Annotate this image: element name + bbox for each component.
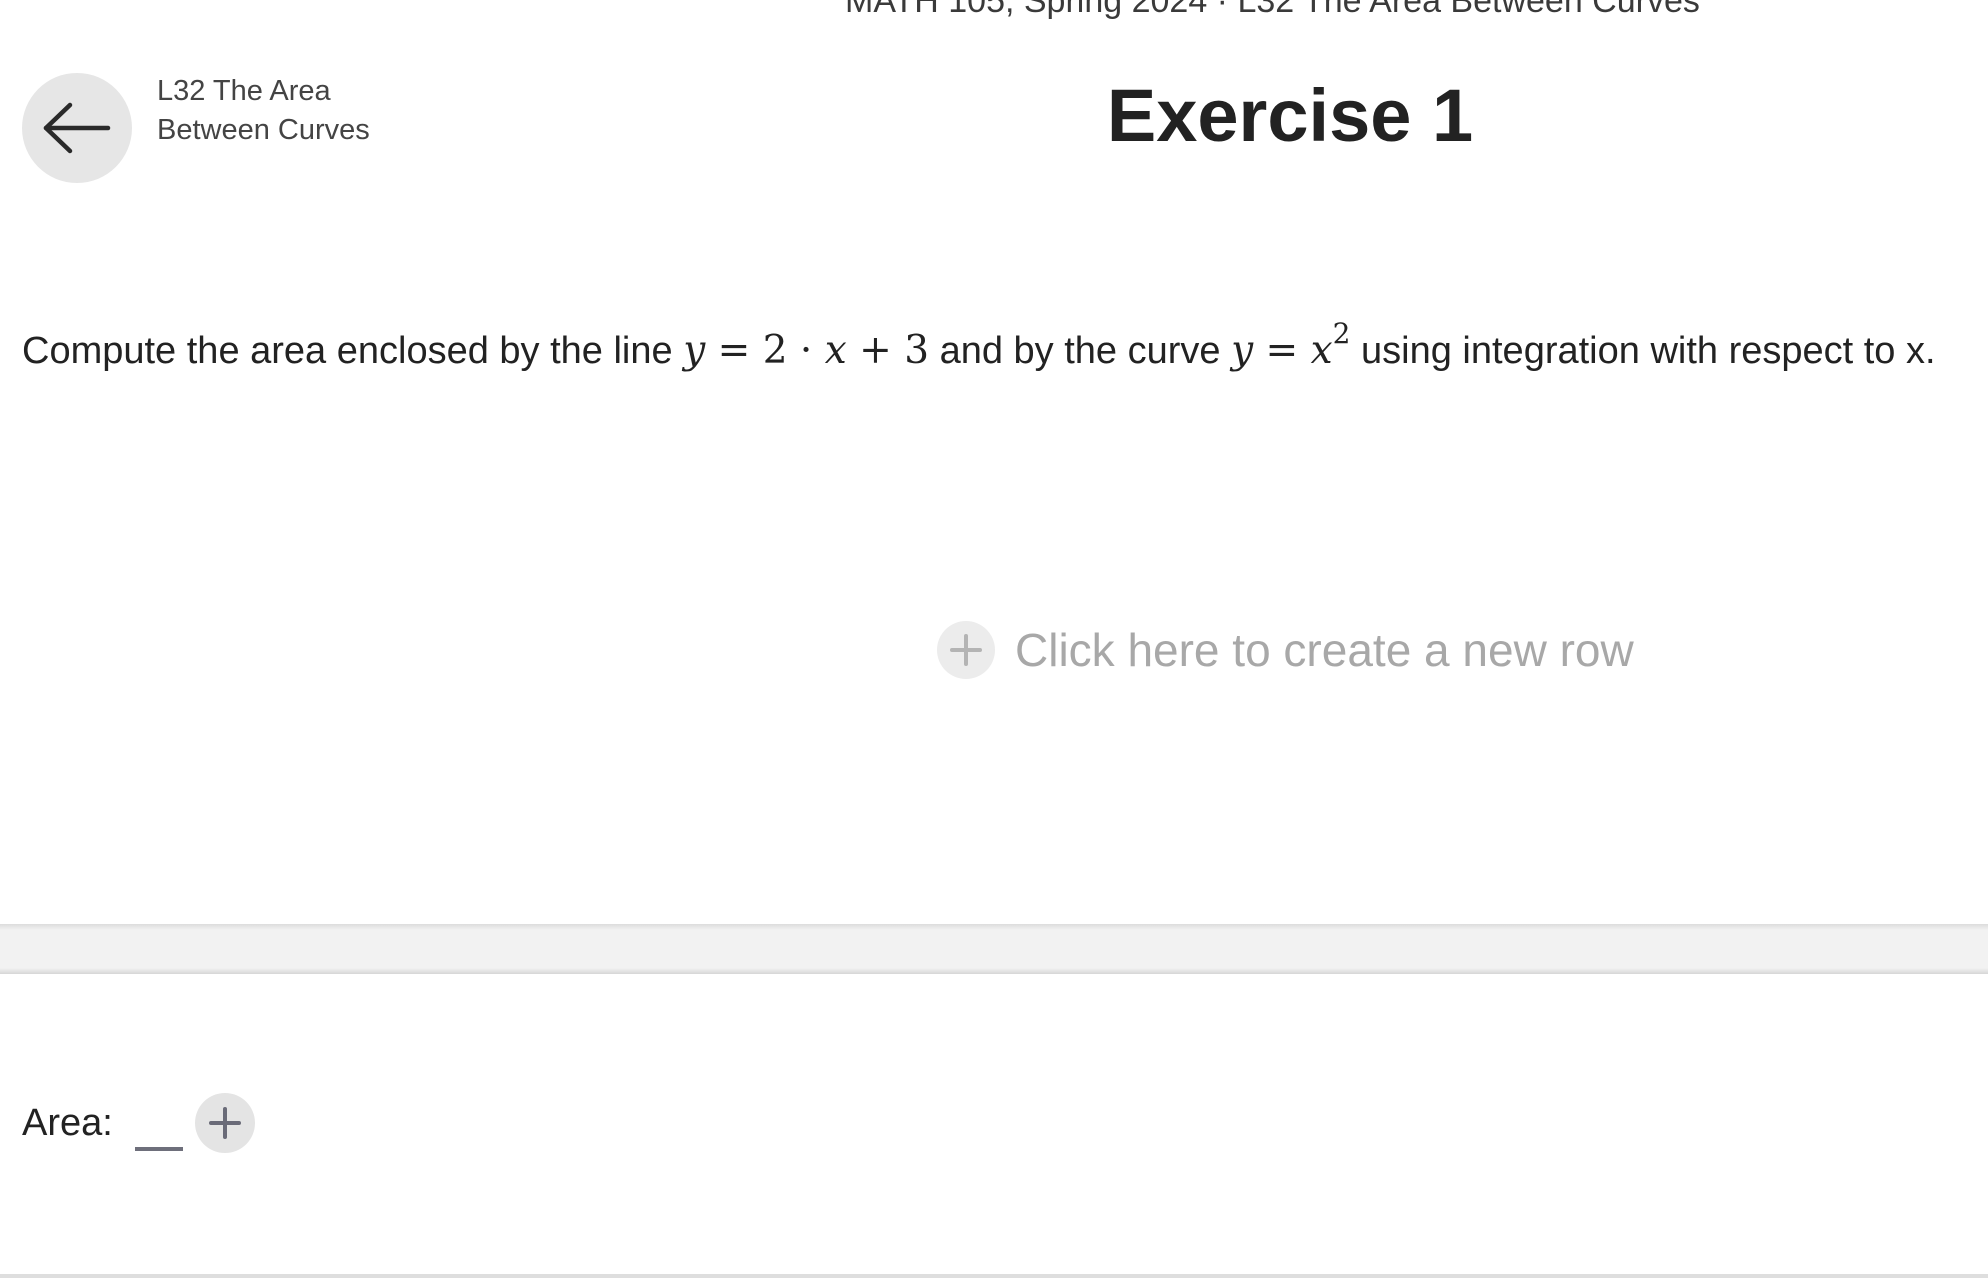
curve-equation: y = x2 (1231, 317, 1350, 373)
curve-equation-eq: = (1253, 328, 1311, 373)
plus-icon[interactable] (937, 621, 995, 679)
arrow-left-icon (43, 102, 111, 154)
section-divider (0, 924, 1988, 974)
line-equation: y = 2 · x + 3 (683, 328, 929, 373)
curve-equation-exponent: 2 (1332, 317, 1351, 350)
answer-input[interactable] (134, 1117, 183, 1151)
answer-add-button[interactable] (194, 1093, 255, 1153)
line-equation-x: x (824, 328, 847, 373)
page-title: Exercise 1 (1106, 74, 1474, 157)
problem-text-before: Compute the area enclosed by the line (22, 330, 684, 372)
create-row-button[interactable]: Click here to create a new row (937, 620, 1634, 680)
answer-label: Area: (22, 1102, 113, 1144)
curve-equation-x: x (1310, 328, 1333, 373)
line-equation-y: y (683, 328, 706, 373)
problem-statement: Compute the area enclosed by the line y … (22, 300, 1936, 391)
plus-icon (208, 1107, 241, 1139)
create-row-label[interactable]: Click here to create a new row (1015, 620, 1634, 680)
back-button[interactable] (22, 73, 132, 183)
line-equation-eq: = 2 · (705, 328, 825, 373)
problem-text-after: using integration with respect to x. (1350, 330, 1936, 372)
answer-row: Area: (22, 1093, 255, 1153)
curve-equation-y: y (1231, 328, 1254, 373)
line-equation-rest: + 3 (846, 328, 930, 373)
bottom-divider (0, 1274, 1988, 1278)
problem-text-middle: and by the curve (929, 330, 1232, 372)
course-breadcrumb[interactable]: MATH 105, Spring 2024 · L32 The Area Bet… (845, 0, 1700, 21)
back-link-label[interactable]: L32 The Area Between Curves (157, 72, 377, 150)
exercise-page: MATH 105, Spring 2024 · L32 The Area Bet… (0, 0, 1988, 1280)
